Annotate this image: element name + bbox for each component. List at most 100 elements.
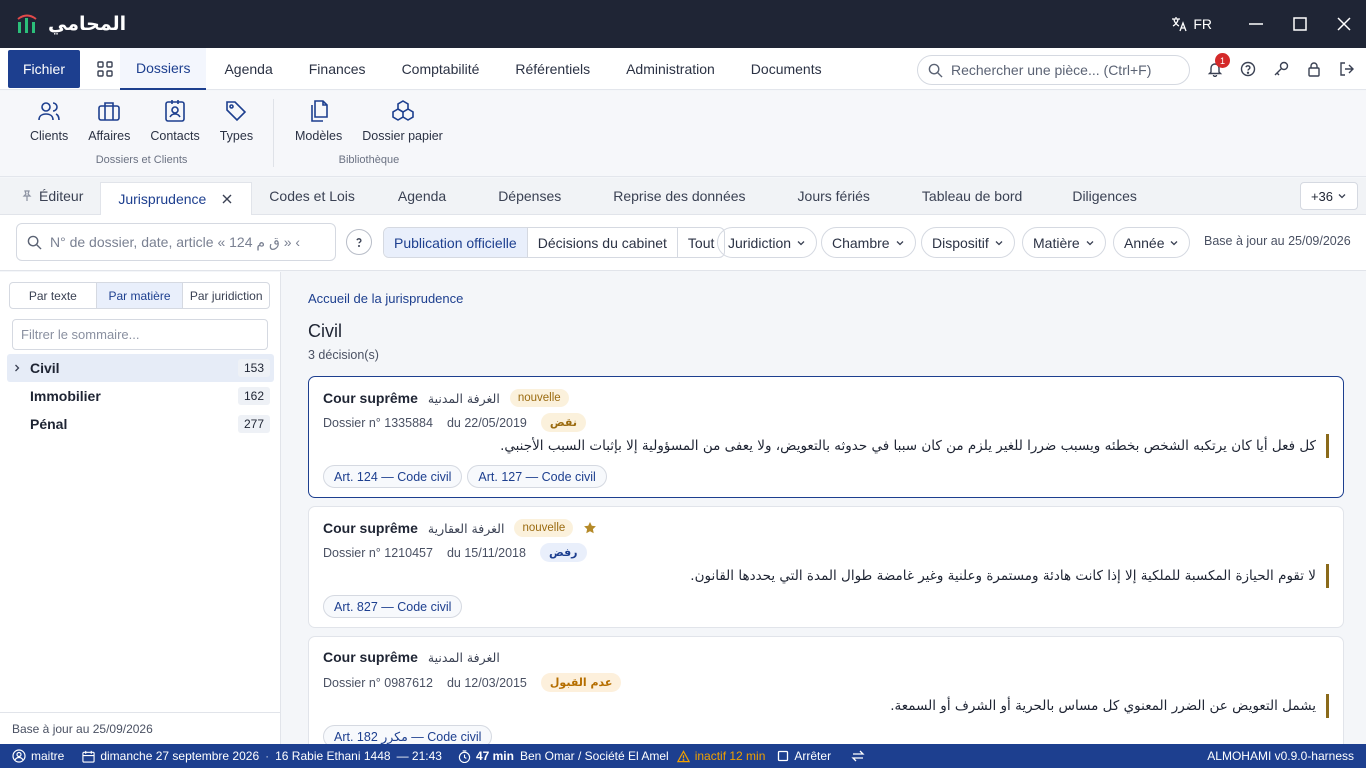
article-chips: Art. 124 — Code civil Art. 127 — Code ci… (323, 465, 607, 488)
ribbon-types-button[interactable]: Types (210, 99, 263, 143)
ribbon-group-label: Dossiers et Clients (95, 154, 188, 166)
maximize-button[interactable] (1278, 0, 1322, 48)
menu-comptabilite[interactable]: Comptabilité (384, 48, 498, 90)
tab-codes-et-lois[interactable]: Codes et Lois (252, 177, 372, 214)
filter-bar: N° de dossier, date, article « 124 ق م »… (0, 215, 1366, 271)
jurisprudence-search-input[interactable]: N° de dossier, date, article « 124 ق م »… (16, 223, 336, 261)
notifications-button[interactable]: 1 (1198, 53, 1231, 84)
tab-diligences[interactable]: Diligences (1048, 177, 1161, 214)
tab-tableau-de-bord[interactable]: Tableau de bord (896, 177, 1048, 214)
summary-item-immobilier[interactable]: Immobilier 162 (7, 382, 274, 410)
segment-publication-officielle[interactable]: Publication officielle (384, 228, 528, 257)
article-chip[interactable]: Art. 124 — Code civil (323, 465, 463, 488)
article-chip[interactable]: Art. 182 مكرر — Code civil (323, 725, 493, 744)
summary-item-civil[interactable]: Civil 153 (7, 354, 274, 382)
status-bar: maitre dimanche 27 septembre 2026 · 16 R… (0, 744, 1366, 768)
users-icon (38, 102, 60, 121)
menu-documents[interactable]: Documents (733, 48, 840, 90)
menu-referentiels[interactable]: Référentiels (497, 48, 608, 90)
app-version: ALMOHAMI v0.9.0-harness (1207, 749, 1354, 763)
juridiction-dropdown[interactable]: Juridiction (717, 227, 818, 258)
summary-filter-input[interactable]: Filtrer le sommaire... (12, 319, 268, 350)
summary-item-label: Civil (30, 360, 60, 376)
summary-item-label: Pénal (30, 416, 68, 432)
court-name: Cour suprême (323, 649, 418, 665)
search-help-button[interactable] (346, 229, 372, 255)
tab-reprise-des-donnees[interactable]: Reprise des données (587, 177, 771, 214)
dispositif-dropdown[interactable]: Dispositif (921, 227, 1015, 258)
close-button[interactable] (1322, 0, 1366, 48)
summary-item-count: 153 (237, 359, 270, 377)
mode-par-juridiction[interactable]: Par juridiction (183, 283, 269, 308)
summary-item-count: 277 (237, 415, 270, 433)
chevron-down-icon (1338, 194, 1346, 199)
decision-date: du 12/03/2015 (446, 675, 527, 690)
article-chip[interactable]: Art. 127 — Code civil (467, 465, 607, 488)
decision-card[interactable]: Cour suprême الغرفة المدنية Dossier n° 0… (308, 636, 1344, 744)
decision-card[interactable]: Cour suprême الغرفة المدنية nouvelle Dos… (308, 376, 1344, 498)
question-icon (356, 238, 362, 248)
chevron-down-icon (1171, 240, 1178, 245)
tab-depenses[interactable]: Dépenses (472, 177, 587, 214)
mode-par-texte[interactable]: Par texte (10, 283, 97, 308)
tab-jurisprudence[interactable]: Jurisprudence (100, 182, 253, 215)
tab-jours-feries[interactable]: Jours fériés (772, 177, 896, 214)
ribbon-separator (273, 99, 274, 167)
tab-editeur[interactable]: Éditeur (4, 177, 100, 214)
ribbon-modeles-button[interactable]: Modèles (285, 99, 352, 143)
close-tab-icon[interactable] (220, 192, 234, 206)
tab-label: Jurisprudence (118, 191, 207, 207)
chambre-dropdown[interactable]: Chambre (821, 227, 916, 258)
ribbon-clients-button[interactable]: Clients (20, 99, 78, 143)
outcome-badge: نقض (540, 413, 586, 432)
global-search-input[interactable]: Rechercher une pièce... (Ctrl+F) (917, 55, 1190, 85)
menu-administration[interactable]: Administration (608, 48, 733, 90)
more-tabs-button[interactable]: +36 (1299, 182, 1358, 210)
ribbon-contacts-button[interactable]: Contacts (140, 99, 209, 143)
user-circle-icon (12, 749, 26, 763)
timer-value: 47 min (475, 749, 514, 763)
ribbon-affaires-button[interactable]: Affaires (78, 99, 140, 143)
help-button[interactable] (1231, 54, 1264, 84)
mode-par-matiere[interactable]: Par matière (96, 283, 184, 308)
page-title: Civil (308, 321, 342, 341)
pin-icon (22, 189, 32, 201)
status-user[interactable]: maitre (12, 749, 64, 763)
dropdown-label: Année (1124, 234, 1165, 251)
copy-document-icon (310, 100, 328, 122)
chevron-down-icon (1086, 240, 1094, 245)
logout-button[interactable] (1330, 54, 1363, 84)
summary-list: Civil 153 Immobilier 162 Pénal 277 (7, 354, 274, 438)
stop-timer-button[interactable]: Arrêter (777, 749, 831, 763)
logout-icon (1339, 62, 1354, 76)
minimize-button[interactable] (1234, 0, 1278, 48)
global-search-placeholder: Rechercher une pièce... (Ctrl+F) (951, 62, 1152, 78)
segment-decisions-cabinet[interactable]: Décisions du cabinet (528, 228, 678, 257)
lock-button[interactable] (1297, 54, 1330, 84)
ribbon-dossier-papier-label: Dossier papier (362, 129, 443, 143)
tab-agenda[interactable]: Agenda (372, 177, 472, 214)
court-name: Cour suprême (323, 520, 418, 536)
stop-label: Arrêter (794, 749, 832, 763)
language-switcher[interactable]: FR (1171, 16, 1212, 32)
menu-finances[interactable]: Finances (291, 48, 384, 90)
summary-item-penal[interactable]: Pénal 277 (7, 410, 274, 438)
menu-dossiers[interactable]: Dossiers (120, 47, 207, 90)
ribbon-dossier-papier-button[interactable]: Dossier papier (352, 99, 453, 143)
key-button[interactable] (1264, 54, 1297, 84)
jurisprudence-results: Accueil de la jurisprudence Civil 3 déci… (282, 272, 1366, 744)
menu-agenda[interactable]: Agenda (206, 48, 290, 90)
decision-card[interactable]: Cour suprême الغرفة العقارية nouvelle Do… (308, 506, 1344, 628)
matiere-dropdown[interactable]: Matière (1022, 227, 1106, 258)
star-icon[interactable] (583, 521, 597, 535)
court-name: Cour suprême (323, 390, 418, 406)
annee-dropdown[interactable]: Année (1113, 227, 1191, 258)
article-chip[interactable]: Art. 827 — Code civil (323, 595, 463, 618)
decision-principle: كل فعل أيا كان يرتكبه الشخص بخطئه ويسبب … (500, 434, 1329, 458)
status-timer[interactable]: 47 min (458, 749, 514, 763)
switch-button[interactable] (851, 749, 865, 763)
apps-grid-button[interactable] (90, 54, 120, 84)
fichier-button[interactable]: Fichier (8, 49, 80, 88)
breadcrumb[interactable]: Accueil de la jurisprudence (308, 291, 463, 306)
dossier-number: Dossier n° 1210457 (323, 545, 433, 560)
